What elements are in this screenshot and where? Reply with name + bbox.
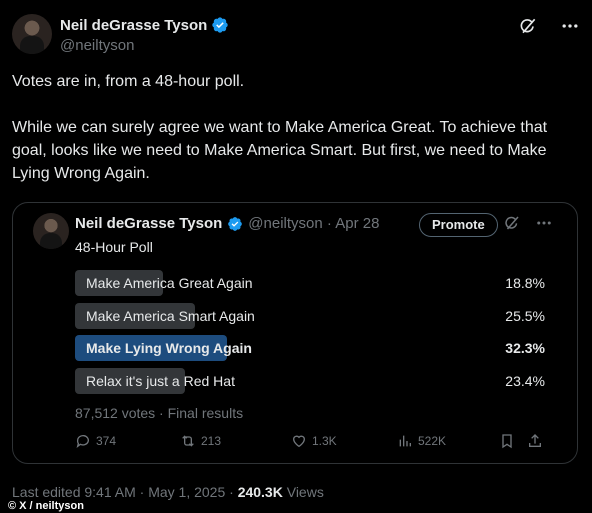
poll-option-label: Make Lying Wrong Again (86, 340, 252, 356)
reply-button[interactable]: 374 (75, 433, 116, 449)
tweet-paragraph: While we can surely agree we want to Mak… (12, 119, 548, 182)
views-count: 522K (418, 434, 447, 448)
author-block: Neil deGrasse Tyson @neiltyson (60, 16, 229, 54)
avatar[interactable] (12, 14, 52, 54)
poll-option-percent: 32.3% (505, 340, 545, 356)
header-actions (518, 16, 580, 36)
heart-icon (292, 435, 306, 448)
poll-option-percent: 25.5% (505, 307, 545, 324)
tweet-header: Neil deGrasse Tyson @neiltyson (12, 12, 580, 60)
author-name-row: Neil deGrasse Tyson (60, 16, 229, 34)
tweet-paragraph: Votes are in, from a 48-hour poll. (12, 73, 245, 90)
like-button[interactable]: 1.3K (291, 433, 337, 449)
action-bar: 374 213 1.3K 522K (75, 433, 545, 453)
poll: Make America Great Again 18.8% Make Americ… (75, 270, 545, 400)
poll-option-percent: 18.8% (505, 275, 545, 291)
grok-icon[interactable] (503, 214, 521, 232)
quoted-author-name[interactable]: Neil deGrasse Tyson (75, 215, 222, 232)
reply-count: 374 (96, 434, 117, 448)
poll-option-label: Make America Smart Again (86, 307, 255, 324)
author-handle[interactable]: @neiltyson (60, 37, 229, 54)
poll-votes-summary: 87,512 votes · Final results (75, 405, 244, 421)
poll-option: Make America Great Again 18.8% (75, 270, 545, 296)
quoted-header-actions (503, 214, 553, 232)
poll-option: Make America Smart Again 25.5% (75, 302, 545, 329)
poll-option: Relax it's just a Red Hat 23.4% (75, 367, 545, 394)
more-icon[interactable] (535, 214, 553, 232)
views-label: Views (282, 484, 324, 500)
bookmark-icon (502, 434, 512, 449)
repost-icon (182, 435, 194, 447)
poll-option-label: Make America Great Again (86, 275, 253, 291)
repost-button[interactable]: 213 (180, 433, 221, 449)
share-icon (529, 434, 541, 447)
verified-badge-icon (228, 216, 243, 231)
poll-title: 48-Hour Poll (75, 239, 153, 255)
like-count: 1.3K (312, 434, 337, 448)
poll-option-label: Relax it's just a Red Hat (86, 372, 235, 389)
views-button[interactable]: 522K (397, 433, 446, 449)
verified-badge-icon (212, 17, 228, 33)
image-credit: © X / neiltyson (8, 500, 84, 512)
quoted-handle-date[interactable]: @neiltyson · Apr 28 (248, 215, 379, 232)
more-icon[interactable] (560, 16, 580, 36)
quoted-tweet[interactable]: Neil deGrasse Tyson @neiltyson · Apr 28 … (12, 202, 578, 464)
reply-icon (76, 435, 89, 448)
author-name[interactable]: Neil deGrasse Tyson (60, 17, 207, 34)
share-button[interactable] (527, 433, 543, 449)
grok-icon[interactable] (518, 16, 538, 36)
tweet-text: Votes are in, from a 48-hour poll. While… (12, 70, 580, 185)
promote-button[interactable]: Promote (419, 213, 498, 237)
bookmark-button[interactable] (499, 433, 515, 449)
views-total: 240.3K (237, 484, 283, 500)
views-chart-icon (399, 435, 411, 447)
tweet-footer: Last edited 9:41 AM · May 1, 2025 · 240.… (12, 484, 324, 500)
quoted-header: Neil deGrasse Tyson @neiltyson · Apr 28 (75, 215, 379, 232)
repost-count: 213 (201, 434, 222, 448)
quoted-avatar[interactable] (33, 213, 69, 249)
poll-option: Make Lying Wrong Again 32.3% (75, 335, 545, 361)
edited-timestamp[interactable]: Last edited 9:41 AM · May 1, 2025 · (12, 484, 238, 500)
poll-option-percent: 23.4% (505, 372, 545, 389)
